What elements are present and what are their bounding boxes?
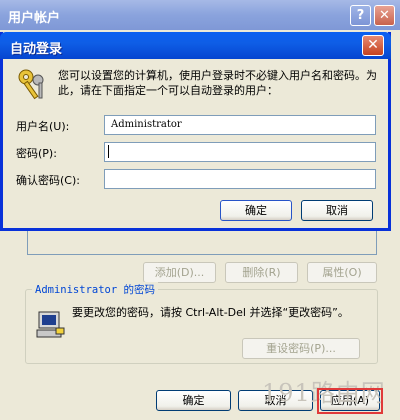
user-accounts-title: 用户帐户 (8, 11, 61, 26)
user-accounts-titlebar: 用户帐户 (0, 0, 400, 30)
listbox-strip (28, 228, 376, 254)
password-label: 密码(P): (16, 147, 57, 160)
auto-logon-description: 您可以设置您的计算机，使用户登录时不必键入用户名和密码。为此，请在下面指定一个可… (58, 69, 377, 97)
password-field[interactable] (104, 142, 376, 162)
username-field[interactable]: Administrator (104, 115, 376, 135)
dialog-close-icon[interactable]: ✕ (362, 35, 384, 56)
password-group-title: Administrator 的密码 (32, 282, 159, 297)
properties-button[interactable]: 属性(O) (307, 262, 377, 283)
dialog-ok-button[interactable]: 确定 (220, 200, 292, 221)
password-group-text: 要更改您的密码，请按 Ctrl-Alt-Del 并选择“更改密码”。 (72, 306, 349, 319)
auto-logon-titlebar: 自动登录 (0, 32, 391, 59)
help-icon[interactable]: ? (350, 5, 371, 26)
add-button[interactable]: 添加(D)... (143, 262, 216, 283)
keys-icon (18, 69, 44, 100)
auto-logon-title: 自动登录 (10, 42, 63, 57)
text-caret (108, 145, 109, 158)
confirm-password-field[interactable] (104, 169, 376, 189)
computer-icon (36, 311, 65, 338)
ok-button[interactable]: 确定 (156, 390, 231, 411)
username-label: 用户名(U): (16, 120, 70, 133)
dialog-cancel-button[interactable]: 取消 (301, 200, 373, 221)
confirm-password-label: 确认密码(C): (16, 174, 80, 187)
remove-button[interactable]: 删除(R) (225, 262, 298, 283)
apply-highlight (317, 388, 383, 414)
close-icon[interactable]: ✕ (374, 5, 395, 26)
reset-password-button[interactable]: 重设密码(P)... (242, 338, 360, 359)
